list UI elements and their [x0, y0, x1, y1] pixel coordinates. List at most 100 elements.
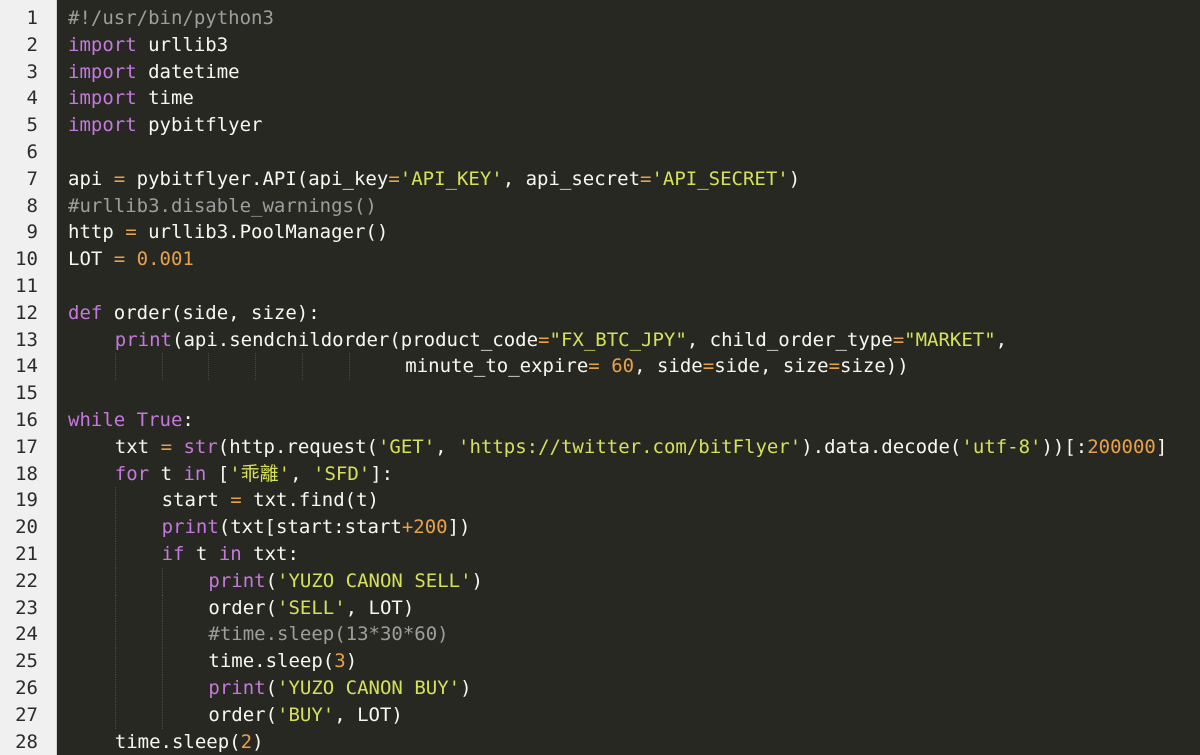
code-token-default: ,: [995, 328, 1008, 351]
code-token-default: ): [252, 730, 264, 753]
code-token-keyword: for: [114, 462, 150, 485]
indent-guide: [68, 568, 115, 595]
line-number: 14: [15, 355, 38, 378]
code-line[interactable]: txt = str(http.request('GET', 'https://t…: [68, 434, 1168, 461]
code-line[interactable]: #urllib3.disable_warnings(): [68, 193, 377, 220]
indent-guide: [301, 353, 349, 381]
indent-guide: [114, 487, 162, 515]
code-line[interactable]: print(txt[start:start+200]): [68, 514, 471, 541]
code-line[interactable]: time.sleep(2): [68, 729, 264, 755]
code-token-default: ): [788, 167, 801, 190]
indent-guide: [68, 648, 115, 675]
code-line[interactable]: http = urllib3.PoolManager(): [68, 219, 388, 246]
code-line[interactable]: import pybitflyer: [68, 112, 262, 139]
line-number: 16: [15, 409, 38, 431]
code-line[interactable]: time.sleep(3): [68, 648, 357, 675]
line-number: 12: [15, 301, 38, 324]
line-number: 1: [26, 7, 38, 29]
line-number: 11: [15, 275, 38, 297]
indent-guide: [68, 434, 115, 461]
indent-guide: [208, 353, 255, 381]
code-token-number: 60: [611, 355, 635, 378]
code-line[interactable]: print('YUZO CANON SELL'): [68, 567, 483, 595]
code-token-operator: =: [230, 489, 242, 512]
code-token-keyword: if: [161, 543, 185, 565]
code-token-keyword: import: [68, 87, 137, 110]
code-token-string: '乖離': [229, 462, 291, 485]
code-token-default: http: [68, 221, 126, 244]
indent-guide: [114, 594, 162, 622]
code-token-string: 'API_SECRET': [651, 167, 789, 190]
code-line[interactable]: while True:: [68, 407, 194, 434]
code-token-default: urllib3.PoolManager(): [136, 221, 389, 244]
line-number: 9: [26, 221, 38, 244]
code-editor[interactable]: 1 2 3 4 5 6 7 8 9 10 11 12 13 14 15 16 17 18 19 20 21 22 23 24 2…: [0, 0, 1200, 755]
code-line[interactable]: start = txt.find(t): [68, 487, 379, 515]
code-token-string: 'SFD': [313, 462, 371, 485]
code-line[interactable]: import datetime: [68, 59, 240, 86]
line-number: 19: [15, 489, 38, 512]
code-token-string: 'API_KEY': [399, 167, 503, 190]
code-token-default: t: [149, 462, 184, 485]
code-token-comment: #!/usr/bin/python3: [68, 7, 274, 29]
code-line[interactable]: #!/usr/bin/python3: [68, 5, 274, 32]
indent-guide: [114, 648, 162, 675]
code-token-default: (: [265, 677, 278, 699]
code-token-keyword: def: [68, 301, 103, 324]
code-token-keyword: import: [68, 60, 137, 83]
code-token-operator: =: [113, 248, 126, 271]
code-line[interactable]: import urllib3: [68, 32, 228, 59]
code-token-default: ]:: [370, 462, 394, 485]
code-line[interactable]: print(api.sendchildorder(product_code="F…: [68, 327, 1007, 354]
indent-guide: [114, 621, 162, 649]
code-token-default: , LOT): [345, 596, 415, 619]
line-number: 4: [26, 87, 38, 110]
indent-guide: [68, 675, 115, 702]
code-line[interactable]: minute_to_expire= 60, side=side, size=si…: [68, 353, 909, 381]
code-line[interactable]: api = pybitflyer.API(api_key='API_KEY', …: [68, 166, 800, 193]
indent-guide: [68, 729, 115, 755]
code-line[interactable]: LOT = 0.001: [68, 246, 194, 273]
code-token-builtin: print: [114, 328, 172, 351]
line-number: 8: [26, 194, 38, 217]
code-token-keyword: import: [68, 114, 137, 137]
code-line[interactable]: print('YUZO CANON BUY'): [68, 675, 472, 702]
code-line[interactable]: if t in txt:: [68, 541, 299, 568]
code-line[interactable]: for t in ['乖離', 'SFD']:: [68, 461, 393, 488]
indent-guide: [114, 514, 162, 541]
code-line[interactable]: import time: [68, 85, 194, 112]
code-token-default: [600, 355, 611, 377]
code-token-default: size)): [840, 355, 909, 378]
code-token-operator: =: [160, 435, 173, 458]
code-line[interactable]: order('BUY', LOT): [68, 701, 403, 729]
line-number: 28: [15, 730, 38, 753]
code-token-default: ,: [435, 435, 459, 458]
code-token-boolean: True: [136, 409, 183, 431]
code-line[interactable]: order('SELL', LOT): [68, 594, 415, 622]
indent-guide: [68, 702, 115, 729]
line-number: 17: [15, 435, 38, 458]
code-token-default: ): [345, 650, 358, 673]
code-token-default: [172, 436, 183, 458]
code-token-default: , side: [634, 355, 703, 378]
code-line[interactable]: def order(side, size):: [68, 300, 320, 327]
indent-guide: [68, 353, 115, 380]
indent-guide: [68, 327, 115, 354]
code-token-default: side, size: [714, 355, 829, 378]
code-token-builtin: print: [208, 677, 266, 699]
indent-guide: [161, 621, 209, 649]
code-area[interactable]: #!/usr/bin/python3 import urllib3 import d…: [60, 0, 1200, 755]
code-line[interactable]: #time.sleep(13*30*60): [68, 621, 449, 649]
indent-guide: [68, 461, 115, 488]
code-token-builtin: print: [161, 516, 219, 539]
line-number-gutter: 1 2 3 4 5 6 7 8 9 10 11 12 13 14 15 16 17 18 19 20 21 22 23 24 2…: [0, 0, 57, 755]
code-token-default: t: [184, 543, 219, 565]
code-token-default: api: [68, 167, 114, 190]
code-token-string: 'https://twitter.com/bitFlyer': [458, 435, 802, 458]
code-token-default: [125, 409, 136, 431]
code-token-keyword: while: [68, 409, 126, 431]
code-token-default: urllib3: [136, 33, 229, 56]
code-token-default: , api_secret: [502, 167, 641, 190]
code-token-default: (http.request(: [217, 435, 378, 458]
code-token-default: ]): [447, 516, 471, 539]
